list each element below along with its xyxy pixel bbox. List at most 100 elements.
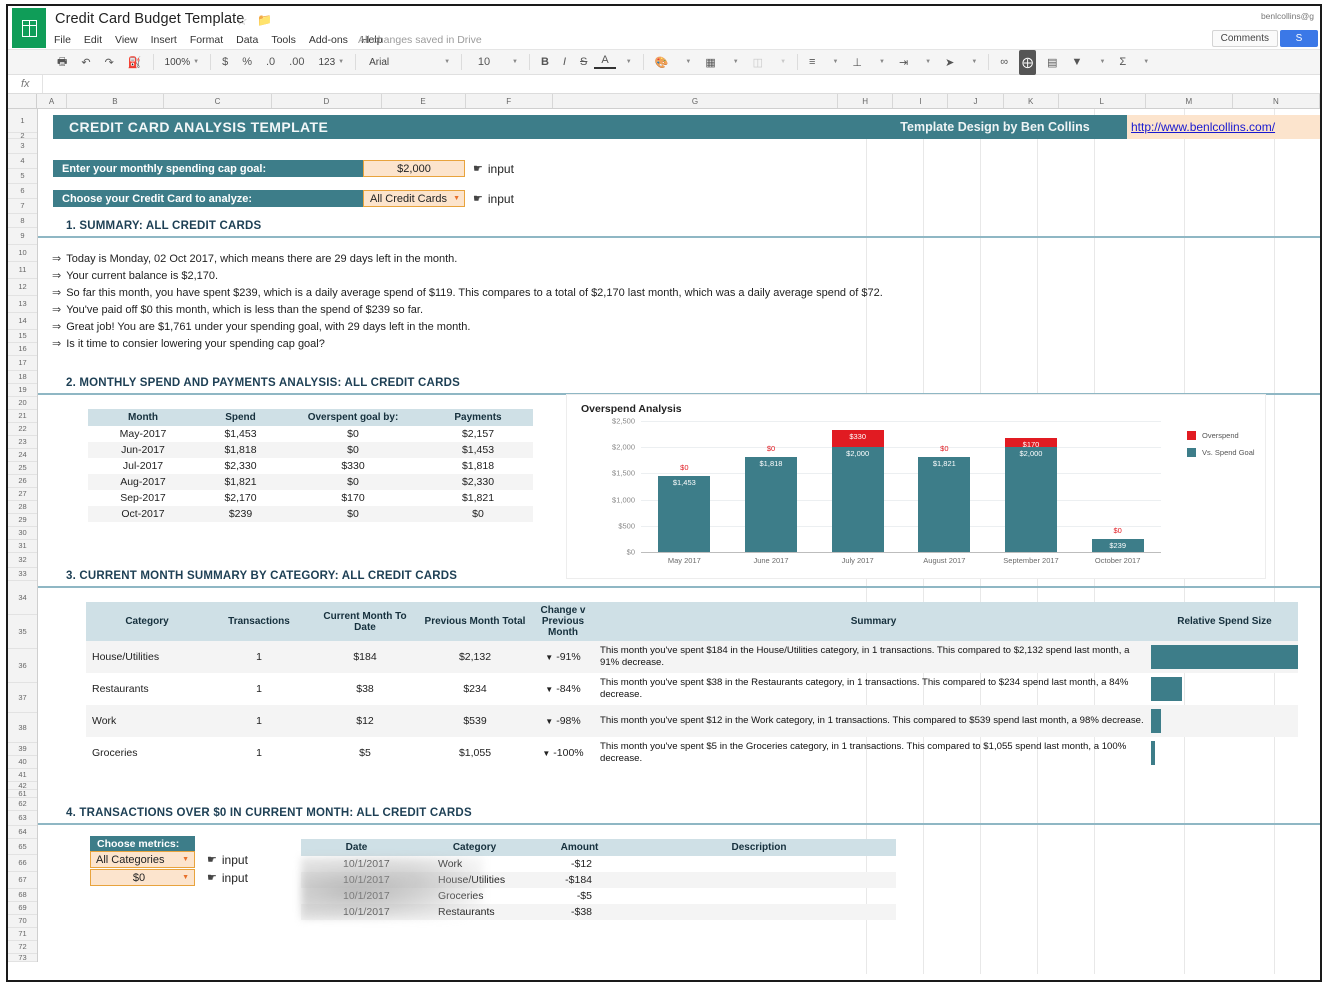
font-size-chevron-down-icon[interactable]: ▼: [505, 50, 525, 75]
row-header-16[interactable]: 16: [8, 343, 37, 356]
row-header-15[interactable]: 15: [8, 330, 37, 343]
filter-chevron-down-icon[interactable]: ▼: [1092, 50, 1112, 75]
author-url-cell[interactable]: http://www.benlcollins.com/: [1127, 115, 1320, 139]
row-header-23[interactable]: 23: [8, 436, 37, 449]
row-header-32[interactable]: 32: [8, 553, 37, 568]
menu-tools[interactable]: Tools: [271, 34, 296, 46]
row-header-10[interactable]: 10: [8, 245, 37, 262]
row-header-3[interactable]: 3: [8, 139, 37, 154]
row-header-33[interactable]: 33: [8, 568, 37, 581]
more-formats-button[interactable]: 123 ▼: [311, 50, 351, 75]
row-header-9[interactable]: 9: [8, 228, 37, 245]
undo-icon[interactable]: ↶: [74, 50, 97, 75]
increase-decimal-button[interactable]: .00: [282, 50, 311, 75]
zoom-selector[interactable]: 100% ▼: [158, 50, 207, 75]
row-header-70[interactable]: 70: [8, 915, 37, 928]
row-header-21[interactable]: 21: [8, 410, 37, 423]
column-header-f[interactable]: F: [465, 94, 553, 108]
row-header-20[interactable]: 20: [8, 397, 37, 410]
row-header-34[interactable]: 34: [8, 581, 37, 615]
row-header-12[interactable]: 12: [8, 279, 37, 296]
row-header-14[interactable]: 14: [8, 313, 37, 330]
row-header-5[interactable]: 5: [8, 169, 37, 184]
chart-bar-2[interactable]: $1,818 June 2017 $0: [745, 444, 797, 565]
column-header-h[interactable]: H: [838, 94, 894, 108]
row-header-29[interactable]: 29: [8, 514, 37, 527]
row-header-1[interactable]: 1: [8, 109, 37, 133]
chart-bar-4[interactable]: $1,821 August 2017 $0: [918, 444, 971, 565]
column-header-a[interactable]: A: [37, 94, 68, 108]
row-header-39[interactable]: 39: [8, 743, 37, 756]
borders-icon[interactable]: ▦: [698, 50, 722, 75]
column-header-k[interactable]: K: [1003, 94, 1059, 108]
row-header-26[interactable]: 26: [8, 475, 37, 488]
row-header-31[interactable]: 31: [8, 540, 37, 553]
column-header-e[interactable]: E: [381, 94, 466, 108]
legend-item-vs-spend-goal[interactable]: Vs. Spend Goal: [1187, 448, 1255, 457]
row-header-13[interactable]: 13: [8, 296, 37, 313]
metric-amount-dropdown[interactable]: $0 ▼: [90, 869, 195, 886]
bold-button[interactable]: B: [534, 50, 556, 75]
fill-color-chevron-down-icon[interactable]: ▼: [678, 50, 698, 75]
menu-view[interactable]: View: [115, 34, 138, 46]
insert-link-icon[interactable]: ∞: [993, 50, 1015, 75]
italic-button[interactable]: I: [556, 50, 573, 75]
paint-format-icon[interactable]: ⛽: [121, 50, 149, 75]
row-header-11[interactable]: 11: [8, 262, 37, 279]
row-header-6[interactable]: 6: [8, 184, 37, 199]
row-header-7[interactable]: 7: [8, 199, 37, 214]
credit-card-dropdown[interactable]: All Credit Cards ▼: [363, 190, 465, 207]
row-header-17[interactable]: 17: [8, 356, 37, 371]
percent-format-button[interactable]: %: [235, 50, 259, 75]
column-header-m[interactable]: M: [1145, 94, 1233, 108]
column-header-b[interactable]: B: [67, 94, 164, 108]
merge-chevron-down-icon[interactable]: ▼: [773, 50, 793, 75]
row-header-35[interactable]: 35: [8, 615, 37, 649]
row-header-38[interactable]: 38: [8, 713, 37, 743]
row-header-73[interactable]: 73: [8, 954, 37, 962]
column-header-g[interactable]: G: [552, 94, 839, 108]
menu-edit[interactable]: Edit: [84, 34, 102, 46]
functions-chevron-down-icon[interactable]: ▼: [1136, 50, 1156, 75]
row-header-62[interactable]: 62: [8, 798, 37, 811]
filter-icon[interactable]: ▼: [1065, 50, 1090, 75]
chart-bar-1[interactable]: $1,453 May 2017 $0: [658, 463, 711, 565]
row-header-65[interactable]: 65: [8, 839, 37, 855]
row-header-37[interactable]: 37: [8, 683, 37, 713]
star-icon[interactable]: ☆: [236, 13, 248, 29]
row-header-66[interactable]: 66: [8, 855, 37, 872]
spending-cap-input[interactable]: $2,000: [363, 160, 465, 177]
menu-insert[interactable]: Insert: [151, 34, 177, 46]
column-header-c[interactable]: C: [163, 94, 273, 108]
font-chevron-down-icon[interactable]: ▼: [437, 50, 457, 75]
row-header-19[interactable]: 19: [8, 384, 37, 397]
text-color-chevron-down-icon[interactable]: ▼: [619, 50, 639, 75]
wrap-chevron-down-icon[interactable]: ▼: [918, 50, 938, 75]
menu-file[interactable]: File: [54, 34, 71, 46]
chart-bar-3[interactable]: $330 $2,000 July 2017: [831, 429, 884, 565]
redo-icon[interactable]: ↷: [98, 50, 121, 75]
decrease-decimal-button[interactable]: .0: [259, 50, 282, 75]
row-header-67[interactable]: 67: [8, 872, 37, 889]
print-icon[interactable]: 🖶: [50, 50, 74, 75]
column-header-j[interactable]: J: [948, 94, 1004, 108]
row-header-71[interactable]: 71: [8, 928, 37, 941]
row-header-25[interactable]: 25: [8, 462, 37, 475]
comments-button[interactable]: Comments: [1211, 30, 1278, 47]
select-all-corner[interactable]: [8, 94, 38, 108]
row-header-63[interactable]: 63: [8, 811, 37, 826]
text-wrap-icon[interactable]: ⇥: [892, 50, 915, 75]
row-header-8[interactable]: 8: [8, 214, 37, 228]
column-header-d[interactable]: D: [272, 94, 382, 108]
horizontal-align-icon[interactable]: ≡: [802, 50, 822, 75]
row-header-18[interactable]: 18: [8, 371, 37, 384]
row-header-27[interactable]: 27: [8, 488, 37, 501]
row-header-24[interactable]: 24: [8, 449, 37, 462]
text-rotation-icon[interactable]: ➤: [938, 50, 961, 75]
chart-bar-6[interactable]: $239 October 2017 $0: [1091, 526, 1144, 565]
font-size-selector[interactable]: 10: [466, 50, 502, 75]
row-header-28[interactable]: 28: [8, 501, 37, 514]
column-header-n[interactable]: N: [1232, 94, 1320, 108]
functions-sigma-icon[interactable]: Σ: [1112, 50, 1133, 75]
metric-category-dropdown[interactable]: All Categories ▼: [90, 851, 195, 868]
